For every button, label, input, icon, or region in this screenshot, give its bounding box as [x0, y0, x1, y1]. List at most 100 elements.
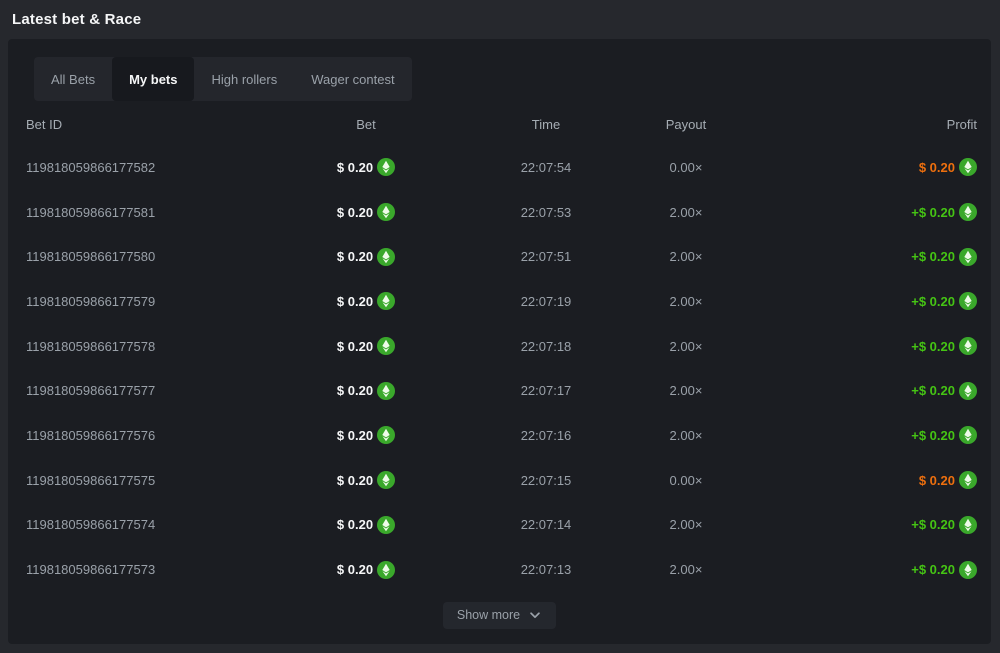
green-coin-icon	[959, 337, 977, 355]
green-coin-icon	[959, 471, 977, 489]
table-header-row: Bet ID Bet Time Payout Profit	[26, 111, 977, 137]
bet-cell: $ 0.20	[256, 426, 476, 444]
profit-amount: +$ 0.20	[911, 383, 955, 398]
bet-id-cell: 119818059866177579	[26, 294, 256, 309]
bet-cell: $ 0.20	[256, 292, 476, 310]
section-header: Latest bet & Race	[0, 0, 1000, 39]
bet-amount: $ 0.20	[337, 473, 373, 488]
time-cell: 22:07:54	[476, 160, 616, 175]
bet-amount: $ 0.20	[337, 383, 373, 398]
payout-cell: 2.00×	[616, 562, 756, 577]
payout-cell: 2.00×	[616, 339, 756, 354]
green-coin-icon	[959, 516, 977, 534]
profit-cell: +$ 0.20	[756, 203, 977, 221]
table-row[interactable]: 119818059866177578 $ 0.20 22:07:18 2.00×…	[26, 324, 977, 369]
green-coin-icon	[377, 292, 395, 310]
table-row[interactable]: 119818059866177577 $ 0.20 22:07:17 2.00×…	[26, 368, 977, 413]
table-row[interactable]: 119818059866177575 $ 0.20 22:07:15 0.00×…	[26, 458, 977, 503]
show-more-button[interactable]: Show more	[443, 602, 556, 629]
bet-id-cell: 119818059866177577	[26, 383, 256, 398]
profit-cell: +$ 0.20	[756, 248, 977, 266]
table-row[interactable]: 119818059866177573 $ 0.20 22:07:13 2.00×…	[26, 547, 977, 592]
profit-amount: +$ 0.20	[911, 562, 955, 577]
bet-cell: $ 0.20	[256, 337, 476, 355]
time-cell: 22:07:17	[476, 383, 616, 398]
bet-cell: $ 0.20	[256, 561, 476, 579]
profit-amount: $ 0.20	[919, 160, 955, 175]
tab-high-rollers[interactable]: High rollers	[194, 57, 294, 101]
bet-amount: $ 0.20	[337, 562, 373, 577]
table-row[interactable]: 119818059866177579 $ 0.20 22:07:19 2.00×…	[26, 279, 977, 324]
profit-cell: +$ 0.20	[756, 292, 977, 310]
profit-amount: +$ 0.20	[911, 428, 955, 443]
profit-cell: +$ 0.20	[756, 516, 977, 534]
green-coin-icon	[377, 248, 395, 266]
profit-cell: +$ 0.20	[756, 426, 977, 444]
bet-id-cell: 119818059866177580	[26, 249, 256, 264]
green-coin-icon	[959, 248, 977, 266]
profit-amount: +$ 0.20	[911, 294, 955, 309]
profit-amount: +$ 0.20	[911, 249, 955, 264]
table-row[interactable]: 119818059866177576 $ 0.20 22:07:16 2.00×…	[26, 413, 977, 458]
column-header-bet: Bet	[356, 117, 376, 132]
bet-id-cell: 119818059866177576	[26, 428, 256, 443]
green-coin-icon	[377, 561, 395, 579]
profit-amount: +$ 0.20	[911, 339, 955, 354]
tab-wager-contest[interactable]: Wager contest	[294, 57, 411, 101]
tab-my-bets[interactable]: My bets	[112, 57, 194, 101]
show-more-container: Show more	[8, 602, 991, 629]
green-coin-icon	[377, 203, 395, 221]
page-title: Latest bet & Race	[12, 11, 141, 28]
column-header-payout: Payout	[666, 117, 706, 132]
time-cell: 22:07:16	[476, 428, 616, 443]
bet-amount: $ 0.20	[337, 339, 373, 354]
payout-cell: 0.00×	[616, 160, 756, 175]
green-coin-icon	[959, 158, 977, 176]
bet-cell: $ 0.20	[256, 382, 476, 400]
green-coin-icon	[377, 158, 395, 176]
table-row[interactable]: 119818059866177574 $ 0.20 22:07:14 2.00×…	[26, 503, 977, 548]
green-coin-icon	[377, 426, 395, 444]
profit-cell: +$ 0.20	[756, 561, 977, 579]
green-coin-icon	[959, 426, 977, 444]
green-coin-icon	[377, 382, 395, 400]
bets-panel: All Bets My bets High rollers Wager cont…	[8, 39, 991, 644]
bet-id-cell: 119818059866177578	[26, 339, 256, 354]
payout-cell: 2.00×	[616, 205, 756, 220]
bet-id-cell: 119818059866177582	[26, 160, 256, 175]
table-row[interactable]: 119818059866177581 $ 0.20 22:07:53 2.00×…	[26, 190, 977, 235]
table-row[interactable]: 119818059866177582 $ 0.20 22:07:54 0.00×…	[26, 145, 977, 190]
profit-cell: +$ 0.20	[756, 382, 977, 400]
bet-cell: $ 0.20	[256, 158, 476, 176]
bet-id-cell: 119818059866177573	[26, 562, 256, 577]
bets-table: Bet ID Bet Time Payout Profit 1198180598…	[8, 111, 991, 592]
bet-cell: $ 0.20	[256, 516, 476, 534]
profit-cell: $ 0.20	[756, 471, 977, 489]
profit-cell: +$ 0.20	[756, 337, 977, 355]
green-coin-icon	[959, 203, 977, 221]
bet-cell: $ 0.20	[256, 471, 476, 489]
show-more-label: Show more	[457, 608, 520, 622]
bet-amount: $ 0.20	[337, 160, 373, 175]
green-coin-icon	[959, 561, 977, 579]
profit-amount: +$ 0.20	[911, 517, 955, 532]
green-coin-icon	[377, 516, 395, 534]
green-coin-icon	[959, 292, 977, 310]
time-cell: 22:07:18	[476, 339, 616, 354]
payout-cell: 2.00×	[616, 517, 756, 532]
bet-cell: $ 0.20	[256, 203, 476, 221]
bet-cell: $ 0.20	[256, 248, 476, 266]
payout-cell: 2.00×	[616, 294, 756, 309]
table-row[interactable]: 119818059866177580 $ 0.20 22:07:51 2.00×…	[26, 234, 977, 279]
bet-id-cell: 119818059866177574	[26, 517, 256, 532]
column-header-profit: Profit	[947, 117, 977, 132]
time-cell: 22:07:51	[476, 249, 616, 264]
green-coin-icon	[377, 471, 395, 489]
bet-amount: $ 0.20	[337, 294, 373, 309]
tab-all-bets[interactable]: All Bets	[34, 57, 112, 101]
bet-amount: $ 0.20	[337, 249, 373, 264]
table-body: 119818059866177582 $ 0.20 22:07:54 0.00×…	[26, 145, 977, 592]
column-header-time: Time	[532, 117, 560, 132]
bet-id-cell: 119818059866177575	[26, 473, 256, 488]
profit-amount: +$ 0.20	[911, 205, 955, 220]
